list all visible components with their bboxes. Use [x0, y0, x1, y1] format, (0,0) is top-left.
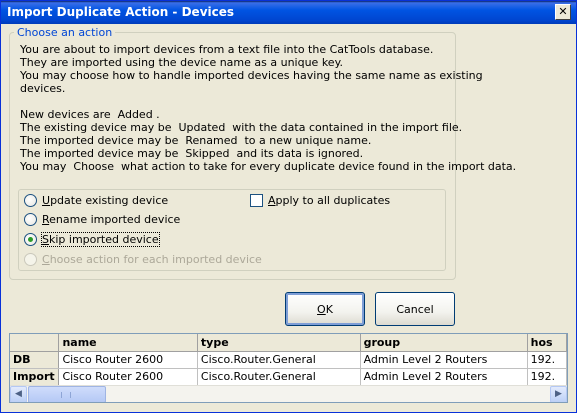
column-header-group[interactable]: group	[360, 334, 528, 352]
column-header-type[interactable]: type	[197, 334, 361, 352]
ok-button[interactable]: OK	[285, 292, 365, 326]
update-radio-circle[interactable]	[24, 193, 37, 207]
skip-radio-circle[interactable]	[24, 232, 37, 246]
scrollbar-thumb[interactable]	[28, 386, 106, 402]
skip-radio-label[interactable]: Skip imported device	[41, 231, 160, 247]
close-icon: ✕	[558, 5, 568, 18]
title-bar[interactable]: Import Duplicate Action - Devices ✕	[1, 1, 576, 24]
comparison-grid[interactable]: name type group hos DB Cisco Router 2600…	[9, 333, 568, 403]
horizontal-scrollbar[interactable]: ◀ ▶	[10, 385, 567, 402]
scroll-right-button[interactable]: ▶	[550, 386, 567, 402]
choose-radio-circle	[24, 252, 37, 266]
apply-to-all-label[interactable]: Apply to all duplicates	[268, 194, 390, 207]
grip-icon	[61, 392, 71, 398]
info-text: You are about to import devices from a t…	[20, 43, 517, 173]
chevron-left-icon: ◀	[15, 389, 22, 399]
grid-corner	[10, 334, 60, 352]
skip-radio[interactable]: Skip imported device	[24, 231, 264, 247]
grid-cell[interactable]: Admin Level 2 Routers	[360, 368, 528, 386]
grid-cell[interactable]: 192.	[527, 368, 567, 386]
table-row[interactable]: DB Cisco Router 2600 Cisco.Router.Genera…	[10, 351, 567, 369]
apply-to-all-box[interactable]	[250, 193, 263, 207]
rename-radio[interactable]: Rename imported device	[24, 211, 264, 227]
info-line: The imported device may be Skipped and i…	[20, 147, 364, 160]
grid-cell[interactable]: Cisco.Router.General	[197, 368, 361, 386]
info-line: You may choose how to handle imported de…	[20, 69, 483, 82]
row-header-import: Import	[10, 368, 60, 386]
grid-cell[interactable]: Cisco.Router.General	[197, 351, 361, 369]
rename-radio-label[interactable]: Rename imported device	[42, 213, 180, 226]
rename-radio-circle[interactable]	[24, 212, 37, 226]
close-button[interactable]: ✕	[555, 4, 571, 20]
column-header-host[interactable]: hos	[527, 334, 567, 352]
choose-radio-label: Choose action for each imported device	[42, 252, 262, 266]
column-header-name[interactable]: name	[58, 334, 198, 352]
choose-radio: Choose action for each imported device	[24, 251, 264, 267]
info-line: New devices are Added .	[20, 108, 160, 121]
scroll-left-button[interactable]: ◀	[10, 386, 27, 402]
chevron-right-icon: ▶	[555, 389, 562, 399]
info-line: You may Choose what action to take for e…	[20, 160, 517, 173]
info-line: You are about to import devices from a t…	[20, 43, 434, 56]
info-line: They are imported using the device name …	[20, 56, 344, 69]
table-row[interactable]: Import Cisco Router 2600 Cisco.Router.Ge…	[10, 368, 567, 386]
apply-to-all-checkbox[interactable]: Apply to all duplicates	[250, 192, 390, 208]
groupbox-title: Choose an action	[14, 26, 116, 39]
info-line: devices.	[20, 82, 66, 95]
grid-cell[interactable]: 192.	[527, 351, 567, 369]
grid-table: name type group hos DB Cisco Router 2600…	[10, 334, 567, 386]
info-line: The existing device may be Updated with …	[20, 121, 463, 134]
row-header-db: DB	[10, 351, 60, 369]
grid-cell[interactable]: Cisco Router 2600	[58, 351, 198, 369]
grid-cell[interactable]: Admin Level 2 Routers	[360, 351, 528, 369]
grid-cell[interactable]: Cisco Router 2600	[58, 368, 198, 386]
info-line: The imported device may be Renamed to a …	[20, 134, 372, 147]
update-radio[interactable]: Update existing device	[24, 192, 264, 208]
cancel-button[interactable]: Cancel	[375, 292, 455, 326]
grid-header-row: name type group hos	[10, 334, 567, 352]
ok-button-label: OK	[317, 302, 333, 316]
cancel-button-label: Cancel	[396, 302, 434, 316]
update-radio-label[interactable]: Update existing device	[42, 194, 168, 207]
window-title: Import Duplicate Action - Devices	[7, 5, 235, 19]
